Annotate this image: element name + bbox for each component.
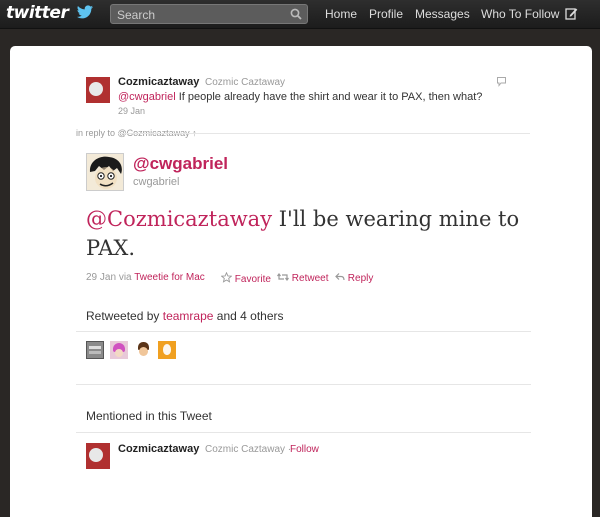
retweeter-avatar[interactable]: [110, 341, 128, 359]
original-tweet-timestamp[interactable]: 29 Jan: [118, 106, 145, 116]
cartoon-face-icon: [87, 154, 123, 190]
retweet-arrows-icon: [277, 273, 289, 281]
original-author-screen-name[interactable]: Cozmicaztaway: [118, 76, 199, 88]
bird-icon: [77, 5, 93, 19]
retweeted-by-line: Retweeted by teamrape and 4 others: [86, 309, 284, 323]
main-author-avatar[interactable]: [86, 153, 124, 191]
retweet-label: Retweet: [291, 273, 329, 284]
retweeted-by-prefix: Retweeted by: [86, 309, 160, 323]
retweeter-link[interactable]: teamrape: [163, 309, 214, 323]
original-author-real-name: Cozmic Caztaway: [205, 77, 286, 88]
star-icon: [220, 271, 233, 283]
nav-messages[interactable]: Messages: [415, 7, 470, 21]
retweeter-avatar[interactable]: [158, 341, 176, 359]
original-tweet-mention[interactable]: @cwgabriel: [118, 91, 176, 103]
section-divider: [76, 384, 531, 385]
nav-who-to-follow[interactable]: Who To Follow: [481, 7, 559, 21]
main-tweet-text: @Cozmicaztaway I'll be wearing mine to P…: [86, 205, 526, 263]
reply-arrow-icon: [335, 273, 345, 281]
in-reply-divider: [118, 133, 530, 134]
main-author-username: cwgabriel: [133, 176, 180, 188]
mentioned-user-avatar[interactable]: [86, 443, 110, 469]
mentioned-heading: Mentioned in this Tweet: [86, 409, 212, 423]
follow-link[interactable]: Follow: [290, 444, 319, 455]
mentioned-user-screen-name[interactable]: Cozmicaztaway: [118, 443, 199, 455]
twitter-logo[interactable]: twitter: [6, 3, 69, 23]
retweeted-by-suffix: and 4 others: [216, 309, 284, 323]
reply-action[interactable]: Reply: [335, 272, 373, 284]
retweets-divider: [76, 331, 531, 332]
magnifier-icon[interactable]: [290, 8, 302, 20]
search-input[interactable]: [115, 6, 289, 24]
top-navigation-bar: twitter Home Profile Messages Who To Fol…: [0, 0, 600, 29]
reply-bubble-icon[interactable]: [496, 76, 507, 87]
via-label: via: [118, 272, 132, 283]
original-tweet-body: If people already have the shirt and wea…: [175, 91, 483, 103]
favorite-action[interactable]: Favorite: [220, 271, 271, 285]
client-link[interactable]: Tweetie for Mac: [134, 272, 205, 283]
retweeter-avatar[interactable]: [86, 341, 104, 359]
original-tweet-text: @cwgabriel If people already have the sh…: [118, 91, 482, 103]
main-tweet-mention[interactable]: @Cozmicaztaway: [86, 207, 272, 231]
mentioned-user-real-name: Cozmic Caztaway ·: [205, 444, 292, 455]
nav-profile[interactable]: Profile: [369, 7, 403, 21]
favorite-label: Favorite: [234, 274, 271, 285]
main-tweet-timestamp[interactable]: 29 Jan: [86, 272, 116, 283]
retweeter-avatar[interactable]: [134, 341, 152, 359]
mentioned-divider: [76, 432, 531, 433]
search-box[interactable]: [110, 4, 308, 24]
compose-icon[interactable]: [565, 7, 578, 20]
reply-label: Reply: [347, 273, 374, 284]
main-author-handle[interactable]: @cwgabriel: [133, 154, 228, 174]
main-tweet-meta: 29 Jan via Tweetie for Mac: [86, 272, 205, 283]
original-author-avatar[interactable]: [86, 77, 110, 103]
retweet-action[interactable]: Retweet: [277, 272, 328, 284]
nav-home[interactable]: Home: [325, 7, 357, 21]
